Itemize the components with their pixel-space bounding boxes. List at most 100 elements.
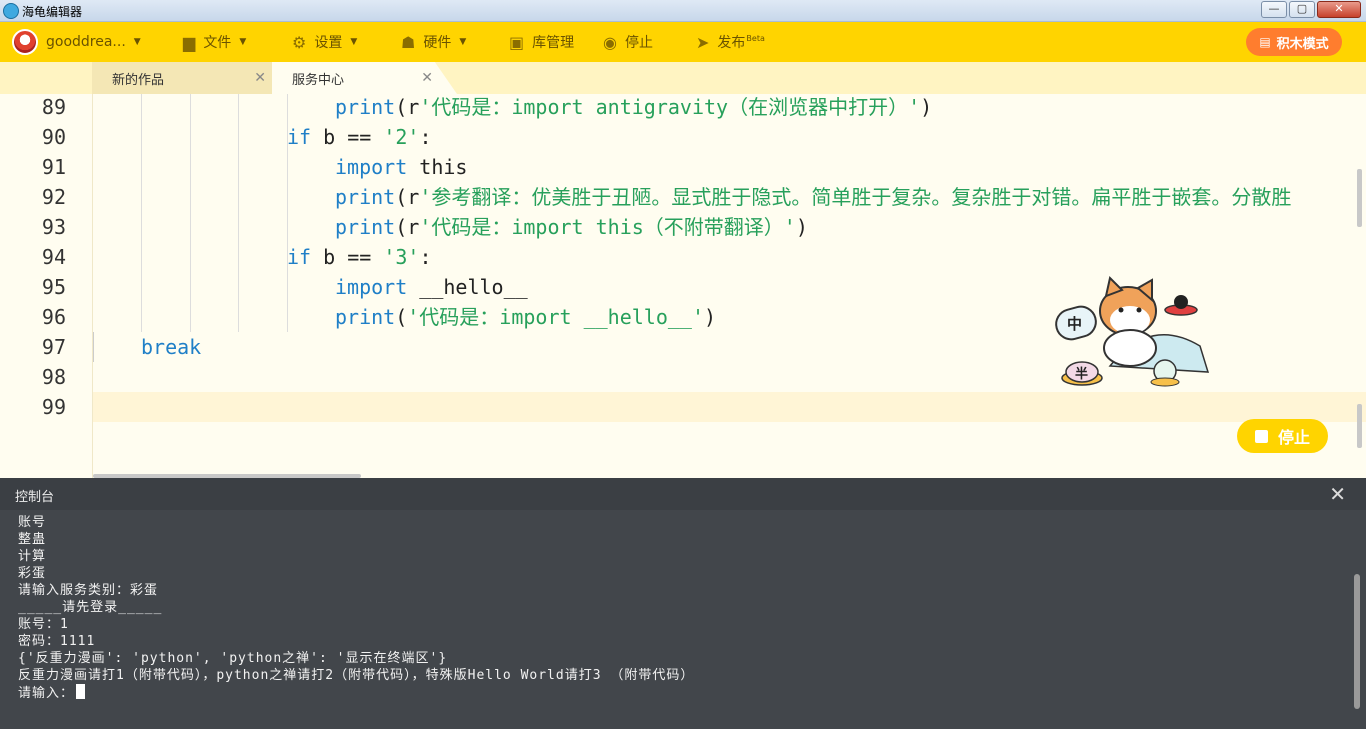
- console-line: 计算: [18, 549, 47, 564]
- app-logo-icon: [3, 3, 19, 19]
- blocks-mode-button[interactable]: ▤ 积木模式: [1246, 28, 1342, 56]
- publish-label: 发布: [717, 35, 746, 51]
- line-number: 94: [41, 245, 66, 269]
- send-icon: ➤: [696, 32, 710, 52]
- code-token: (r: [395, 185, 420, 209]
- mascot-bubble-text: 中: [1067, 315, 1082, 333]
- settings-menu-label: 设置: [314, 35, 343, 51]
- code-token: print: [335, 185, 396, 209]
- window-close-button[interactable]: ✕: [1317, 1, 1361, 18]
- hardware-menu-label: 硬件: [423, 35, 452, 51]
- scroll-position-marker: [1357, 404, 1362, 448]
- code-token: (: [395, 305, 408, 329]
- code-keyword: import: [335, 275, 408, 299]
- console-title: 控制台: [15, 490, 55, 505]
- console-prompt: 请输入：: [18, 686, 75, 701]
- window-titlebar: 海龟编辑器 — ▢ ✕: [0, 0, 1366, 22]
- publish-button[interactable]: ➤ 发布 Beta: [696, 22, 765, 62]
- console-input-line[interactable]: 请输入：: [18, 684, 86, 701]
- file-menu[interactable]: ▆ 文件 ▼: [183, 22, 246, 62]
- line-number: 92: [41, 185, 66, 209]
- minimize-button[interactable]: —: [1261, 1, 1287, 18]
- code-token: b ==: [311, 245, 384, 269]
- code-line-96: print('代码是：import __hello__'): [335, 302, 716, 332]
- main-toolbar: gooddrea... ▼ ▆ 文件 ▼ ⚙ 设置 ▼ ☗ 硬件 ▼ ▣ 库管理…: [0, 22, 1366, 62]
- blocks-mode-label: 积木模式: [1276, 36, 1329, 52]
- chevron-down-icon: ▼: [239, 37, 247, 47]
- line-number-gutter: 89 90 91 92 93 94 95 96 97 98 99: [0, 94, 93, 478]
- indent-guide: [190, 94, 191, 332]
- user-name: gooddrea...: [46, 34, 126, 50]
- settings-menu[interactable]: ⚙ 设置 ▼: [292, 22, 357, 62]
- code-string: '2': [383, 125, 420, 149]
- indent-guide: [93, 332, 94, 362]
- maximize-button[interactable]: ▢: [1289, 1, 1315, 18]
- console-line: {'反重力漫画': 'python', 'python之禅': '显示在终端区'…: [18, 651, 448, 666]
- run-stop-button[interactable]: 停止: [1237, 419, 1328, 453]
- line-number: 89: [41, 95, 66, 119]
- code-keyword: import: [335, 155, 408, 179]
- console-line: 反重力漫画请打1（附带代码），python之禅请打2（附带代码），特殊版Hell…: [18, 668, 695, 683]
- current-line-highlight: [93, 392, 1366, 422]
- stop-icon: ◉: [603, 32, 617, 52]
- line-number: 90: [41, 125, 66, 149]
- indent-guide: [141, 94, 142, 332]
- code-string: '3': [383, 245, 420, 269]
- chevron-down-icon: ▼: [350, 37, 358, 47]
- code-keyword: break: [141, 335, 202, 359]
- console-line: 密码：1111: [18, 634, 96, 649]
- mascot-bowl-text: 半: [1075, 366, 1088, 382]
- code-string: '参考翻译：优美胜于丑陋。显式胜于隐式。简单胜于复杂。复杂胜于对错。扁平胜于嵌套…: [419, 185, 1292, 209]
- code-string: '代码是：import this（不附带翻译）': [419, 215, 796, 239]
- code-token: :: [419, 245, 432, 269]
- code-line-94: if b == '3':: [287, 242, 432, 272]
- code-line-92: print(r'参考翻译：优美胜于丑陋。显式胜于隐式。简单胜于复杂。复杂胜于对错…: [335, 182, 1291, 212]
- line-number: 95: [41, 275, 66, 299]
- line-number: 99: [41, 395, 66, 419]
- code-line-93: print(r'代码是：import this（不附带翻译）'): [335, 212, 808, 242]
- chevron-down-icon: ▼: [459, 37, 467, 47]
- library-button-label: 库管理: [532, 35, 575, 51]
- code-token: print: [335, 305, 396, 329]
- library-button[interactable]: ▣ 库管理: [509, 22, 574, 62]
- close-icon[interactable]: ✕: [1329, 482, 1346, 506]
- toolbar-stop-button[interactable]: ◉ 停止: [603, 22, 653, 62]
- user-menu[interactable]: gooddrea... ▼: [12, 22, 141, 62]
- blocks-icon: ▤: [1259, 35, 1271, 49]
- close-icon[interactable]: ✕: [421, 70, 433, 86]
- line-number: 96: [41, 305, 66, 329]
- gear-icon: ⚙: [292, 32, 307, 52]
- code-line-95: import __hello__: [335, 272, 528, 302]
- code-editor[interactable]: 89 90 91 92 93 94 95 96 97 98 99 print(r…: [0, 94, 1366, 478]
- code-token: __hello__: [407, 275, 528, 299]
- tab-service-center[interactable]: 服务中心 ✕: [272, 62, 457, 94]
- line-number: 98: [41, 365, 66, 389]
- close-icon[interactable]: ✕: [254, 70, 266, 86]
- hardware-icon: ☗: [401, 32, 416, 52]
- console-line: 账号：1: [18, 617, 69, 632]
- code-token: print: [335, 95, 396, 119]
- vertical-scrollbar[interactable]: [1357, 169, 1362, 227]
- window-title: 海龟编辑器: [22, 5, 83, 19]
- cat-mascot: 中 半: [1055, 276, 1210, 387]
- line-number: 97: [41, 335, 66, 359]
- indent-guide: [238, 94, 239, 332]
- stop-icon: [1254, 429, 1268, 443]
- run-stop-label: 停止: [1277, 428, 1310, 447]
- code-token: (r: [395, 215, 420, 239]
- console-line: 账号: [18, 515, 47, 530]
- code-token: this: [407, 155, 468, 179]
- code-token: b ==: [311, 125, 384, 149]
- tab-label: 新的作品: [112, 72, 165, 88]
- console-output[interactable]: 账号 整蛊 计算 彩蛋 请输入服务类别：彩蛋 _____请先登录_____ 账号…: [0, 510, 1366, 729]
- code-string: '代码是：import antigravity（在浏览器中打开）': [419, 95, 921, 119]
- code-token: print: [335, 215, 396, 239]
- console-scrollbar[interactable]: [1354, 574, 1360, 709]
- tab-new-work[interactable]: 新的作品 ✕: [92, 62, 272, 94]
- code-token: :: [419, 125, 432, 149]
- code-keyword: if: [287, 125, 312, 149]
- folder-icon: ▆: [183, 32, 196, 52]
- toolbar-stop-label: 停止: [624, 35, 653, 51]
- hardware-menu[interactable]: ☗ 硬件 ▼: [401, 22, 466, 62]
- code-line-90: if b == '2':: [287, 122, 432, 152]
